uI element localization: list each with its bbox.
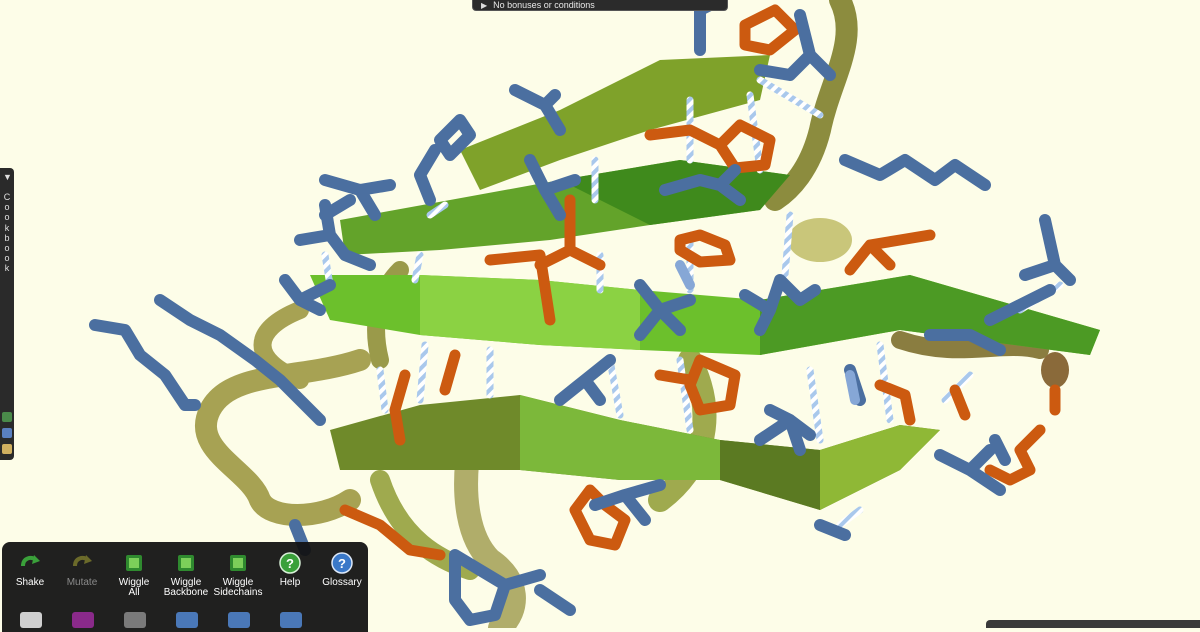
svg-text:?: ? — [286, 556, 294, 571]
svg-text:?: ? — [338, 556, 346, 571]
mutate-icon — [73, 555, 92, 567]
tool-label: Wiggle Backbone — [163, 577, 209, 598]
lock-icon[interactable] — [20, 612, 42, 628]
mutate-button[interactable]: Mutate — [54, 552, 110, 588]
tool-label: Mutate — [66, 577, 98, 588]
wiggle-all-button[interactable]: Wiggle All — [106, 552, 162, 598]
cookbook-label: C o o k b o o k — [3, 192, 11, 274]
bonuses-label: No bonuses or conditions — [493, 0, 595, 10]
bonuses-bar[interactable]: ▶ No bonuses or conditions — [472, 0, 728, 11]
shake-icon — [21, 555, 40, 567]
tool-label: Wiggle All — [118, 577, 150, 598]
glossary-button[interactable]: ? Glossary — [314, 552, 370, 588]
help-button[interactable]: ? Help — [262, 552, 318, 588]
status-panel[interactable] — [986, 620, 1200, 628]
collapse-arrow-icon[interactable]: ▼ — [3, 172, 12, 182]
shake-button[interactable]: Shake — [2, 552, 58, 588]
glossary-icon: ? — [331, 552, 353, 574]
tool-label: Glossary — [322, 577, 362, 588]
recipe-icon[interactable] — [2, 412, 12, 422]
tool-label: Help — [279, 577, 301, 588]
cookbook-tab[interactable]: ▼ C o o k b o o k — [0, 168, 14, 460]
expand-triangle-icon[interactable]: ▶ — [481, 1, 487, 10]
redo-icon[interactable] — [228, 612, 250, 628]
wiggle-sidechains-icon — [230, 555, 246, 571]
reset-icon[interactable] — [280, 612, 302, 628]
action-toolbar: Shake Mutate Wiggle All Wiggle Backbone Wi… — [2, 542, 368, 632]
tool-label: Wiggle Sidechains — [213, 577, 263, 598]
wiggle-all-icon — [126, 555, 142, 571]
wiggle-backbone-icon — [178, 555, 194, 571]
folder-icon[interactable] — [2, 428, 12, 438]
wiggle-sidechains-button[interactable]: Wiggle Sidechains — [210, 552, 266, 598]
undo-icon[interactable] — [176, 612, 198, 628]
protein-viewport[interactable] — [0, 0, 1200, 628]
rebuild-icon[interactable] — [72, 612, 94, 628]
tool-label: Shake — [15, 577, 45, 588]
help-icon: ? — [279, 552, 301, 574]
wiggle-backbone-button[interactable]: Wiggle Backbone — [158, 552, 214, 598]
notes-icon[interactable] — [2, 444, 12, 454]
band-icon[interactable] — [124, 612, 146, 628]
beta-sheets — [310, 55, 1100, 510]
